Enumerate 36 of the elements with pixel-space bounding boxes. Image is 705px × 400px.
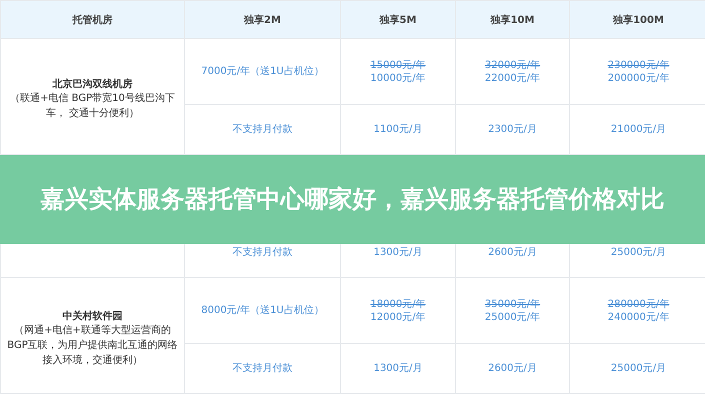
discount-price: 22000元/年	[484, 72, 540, 84]
monthly-price: 2600元/月	[488, 362, 537, 375]
room-name: 北京巴沟双线机房	[52, 77, 132, 91]
column-header: 托管机房	[0, 0, 184, 38]
original-price: 35000元/年	[484, 298, 540, 310]
room-description: （联通+电信 BGP带宽10号线巴沟下车， 交通十分便利）	[9, 92, 176, 121]
price-text: 7000元/年（送1U占机位）	[201, 65, 324, 78]
original-price: 280000元/年	[608, 298, 670, 310]
monthly-price: 1300元/月	[374, 246, 422, 259]
column-header: 独享10M	[456, 0, 570, 38]
discount-price: 10000元/年	[370, 72, 426, 84]
room-name: 中关村软件园	[62, 310, 122, 322]
column-header: 独享100M	[570, 0, 705, 38]
room-description: （网通+电信+联通等大型运营商的BGP互联，为用户提供南北互通的网络接入环境，交通便利）	[6, 324, 179, 368]
banner-title: 嘉兴实体服务器托管中心哪家好，嘉兴服务器托管价格对比	[40, 184, 666, 215]
monthly-price: 不支持月付款	[232, 362, 292, 375]
monthly-price: 25000元/月	[610, 362, 666, 375]
monthly-price: 不支持月付款	[232, 123, 292, 136]
column-header: 独享2M	[184, 0, 340, 38]
monthly-price: 1100元/月	[374, 123, 422, 136]
monthly-price: 不支持月付款	[232, 246, 292, 259]
monthly-price: 2300元/月	[488, 123, 537, 136]
discount-price: 12000元/年	[370, 310, 426, 324]
original-price: 32000元/年	[484, 58, 540, 72]
monthly-price: 2600元/月	[488, 246, 537, 259]
price-text: 8000元/年（送1U占机位）	[201, 304, 324, 317]
discount-price: 240000元/年	[608, 310, 670, 324]
discount-price: 200000元/年	[608, 72, 670, 84]
original-price: 230000元/年	[608, 58, 670, 72]
original-price: 15000元/年	[370, 58, 426, 72]
column-header: 独享5M	[340, 0, 456, 38]
monthly-price: 21000元/月	[610, 123, 666, 136]
monthly-price: 1300元/月	[374, 362, 422, 375]
discount-price: 25000元/年	[484, 310, 540, 324]
monthly-price: 25000元/月	[610, 246, 666, 259]
original-price: 18000元/年	[370, 298, 426, 310]
